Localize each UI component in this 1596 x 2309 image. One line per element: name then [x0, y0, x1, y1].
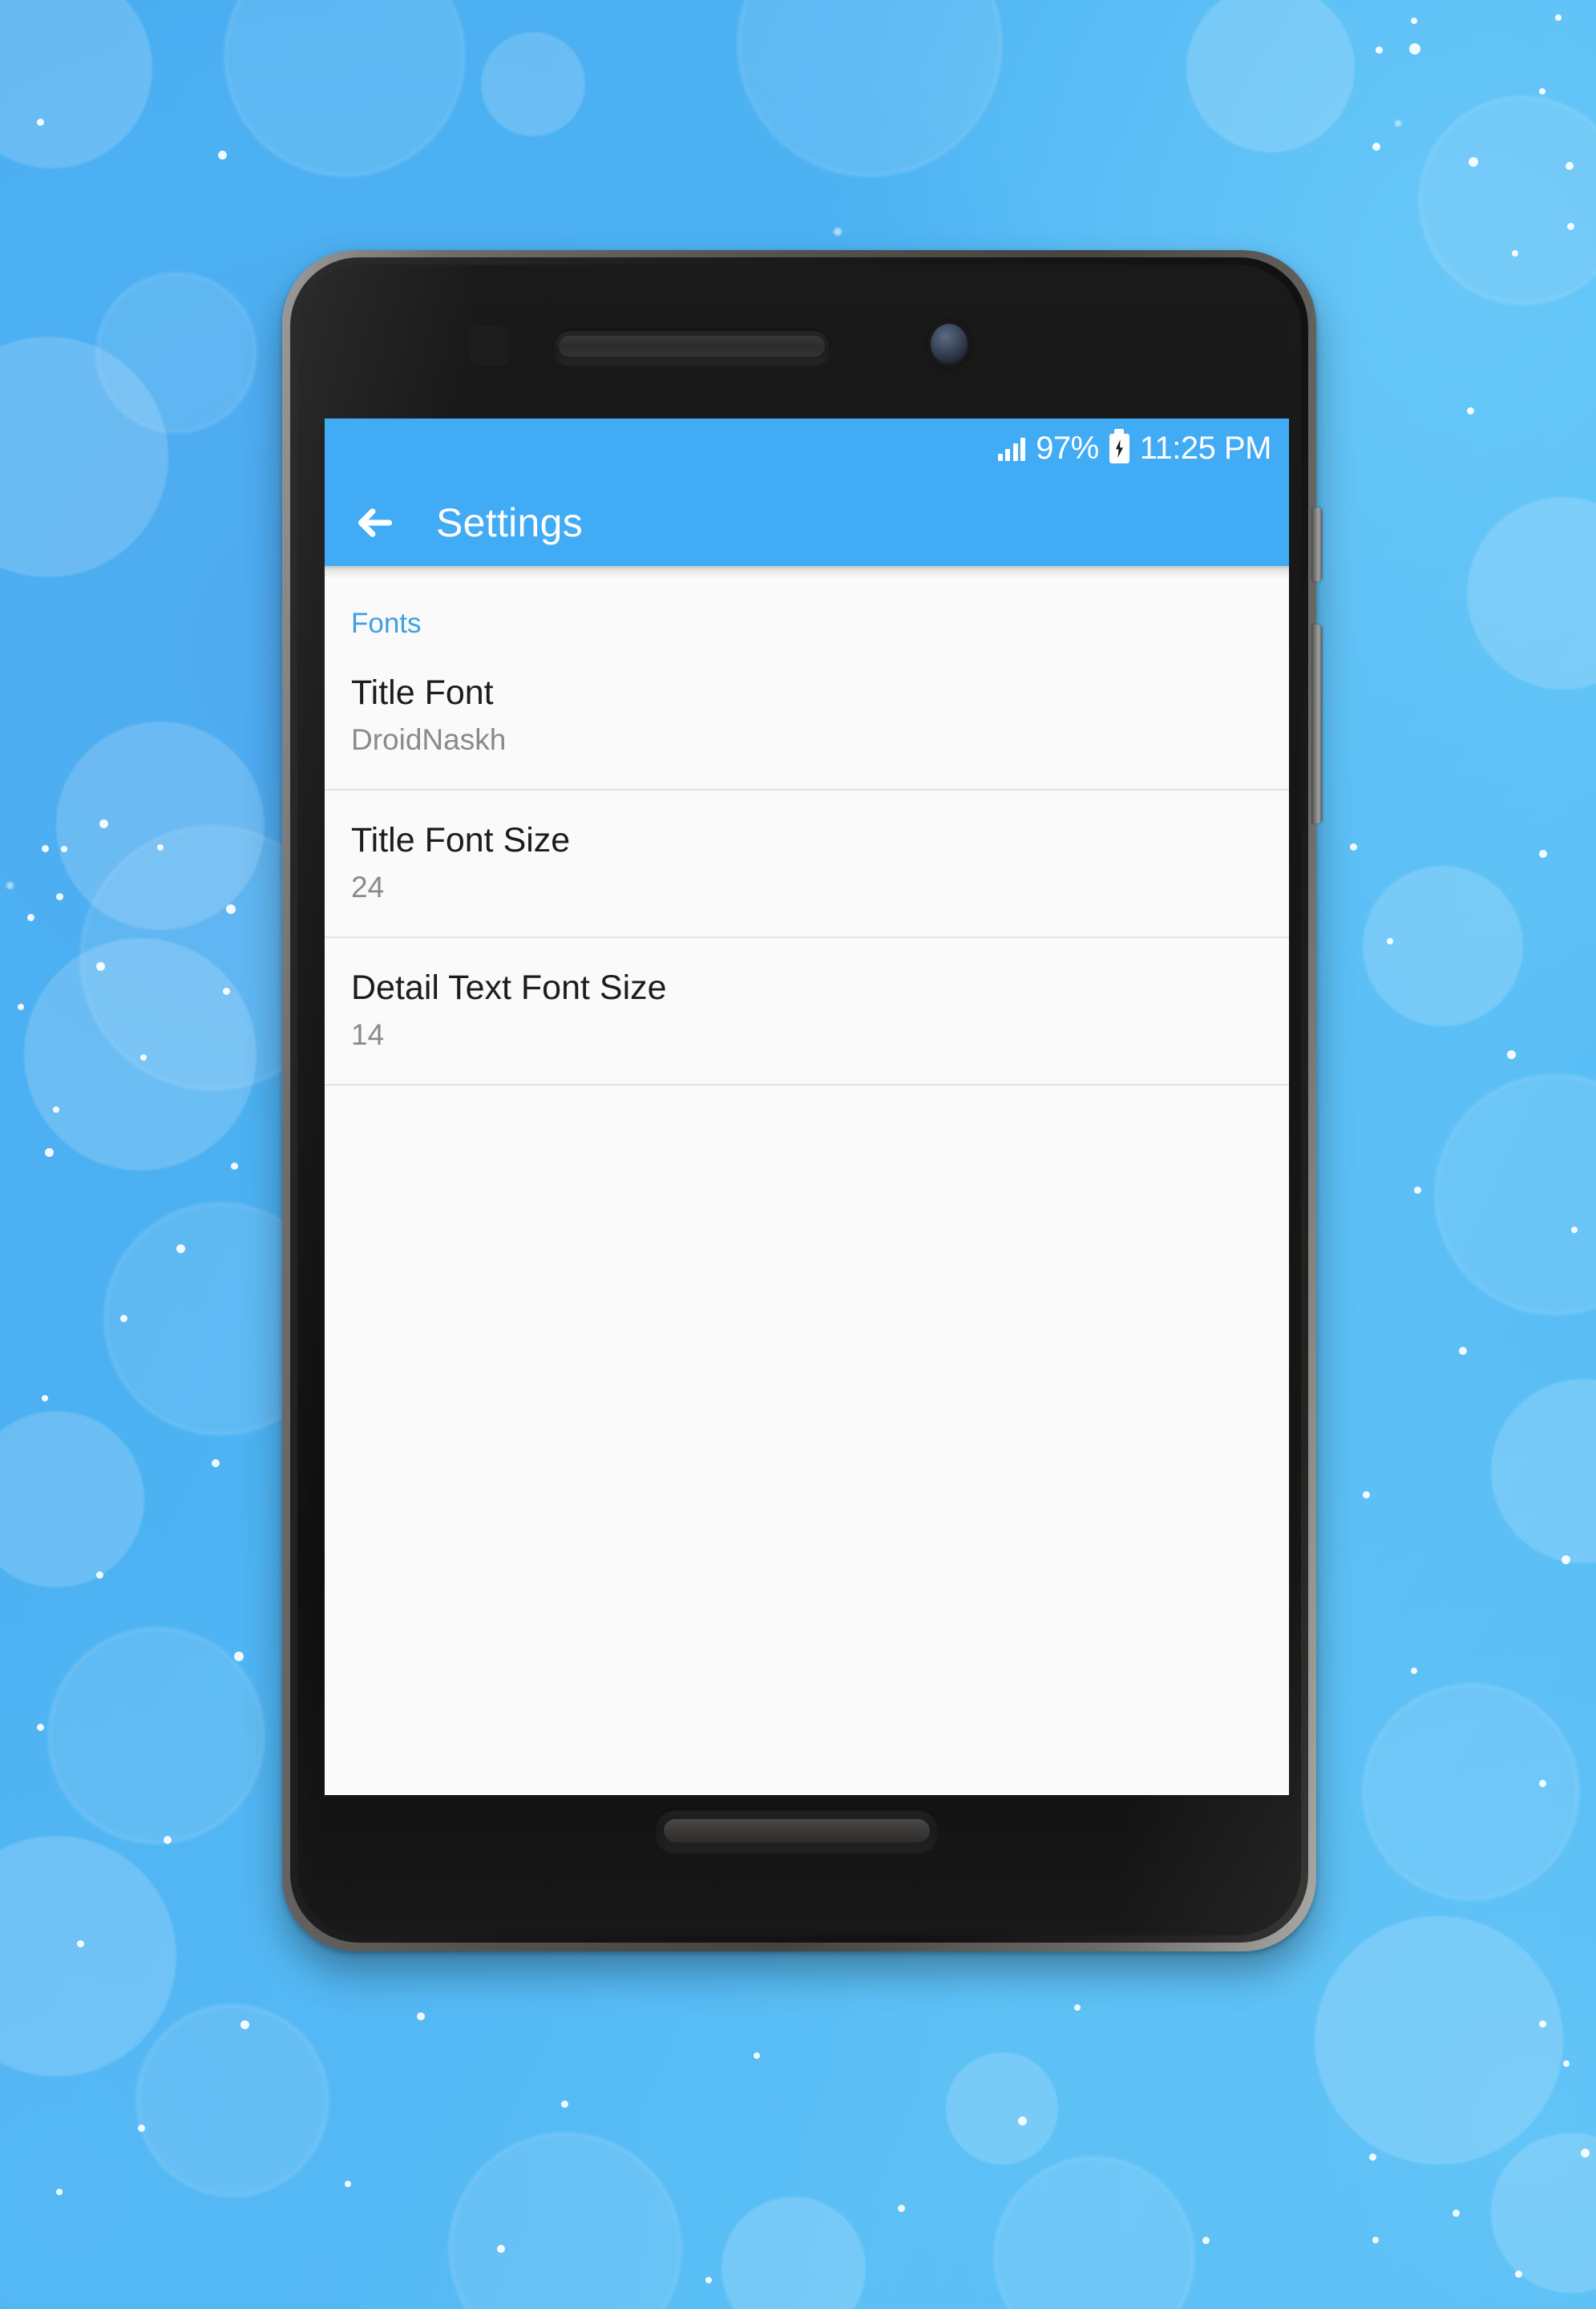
setting-row-title-font-size[interactable]: Title Font Size 24	[325, 791, 1289, 938]
phone-screen: 97% 11:25 PM Settings Fonts Title Font D…	[325, 419, 1289, 1795]
earpiece-speaker-icon	[552, 329, 831, 366]
app-bar-shadow	[325, 566, 1289, 579]
page-title: Settings	[436, 499, 584, 545]
setting-row-title: Title Font Size	[351, 820, 571, 859]
back-arrow-icon[interactable]	[352, 499, 398, 546]
earpiece-slot	[559, 336, 825, 357]
setting-row-detail-text-font-size[interactable]: Detail Text Font Size 14	[325, 938, 1289, 1086]
status-bar-clock: 11:25 PM	[1139, 431, 1272, 466]
bottom-speaker-slot	[664, 1819, 930, 1842]
power-button[interactable]	[1311, 507, 1322, 581]
setting-row-title: Title Font	[351, 673, 494, 712]
phone-device-mockup: 97% 11:25 PM Settings Fonts Title Font D…	[282, 250, 1322, 1951]
setting-row-title: Detail Text Font Size	[351, 968, 667, 1007]
setting-row-value: 14	[351, 1017, 385, 1051]
setting-row-value: 24	[351, 871, 385, 904]
app-bar: Settings	[325, 479, 1289, 566]
volume-button[interactable]	[1311, 625, 1322, 823]
signal-bars-icon	[997, 437, 1026, 461]
battery-percent-label: 97%	[1036, 431, 1099, 466]
setting-row-value: DroidNaskh	[351, 723, 507, 757]
phone-body: 97% 11:25 PM Settings Fonts Title Font D…	[290, 257, 1308, 1943]
settings-list: Fonts Title Font DroidNaskh Title Font S…	[325, 579, 1289, 1795]
bottom-speaker-icon	[653, 1808, 940, 1854]
front-camera-icon	[927, 321, 971, 367]
lightning-bolt-glyph	[1115, 439, 1123, 458]
setting-row-title-font[interactable]: Title Font DroidNaskh	[325, 640, 1289, 791]
section-header-fonts: Fonts	[351, 608, 422, 639]
battery-charging-icon	[1109, 434, 1129, 463]
proximity-sensor-icon	[469, 326, 508, 366]
status-bar: 97% 11:25 PM	[325, 419, 1289, 479]
